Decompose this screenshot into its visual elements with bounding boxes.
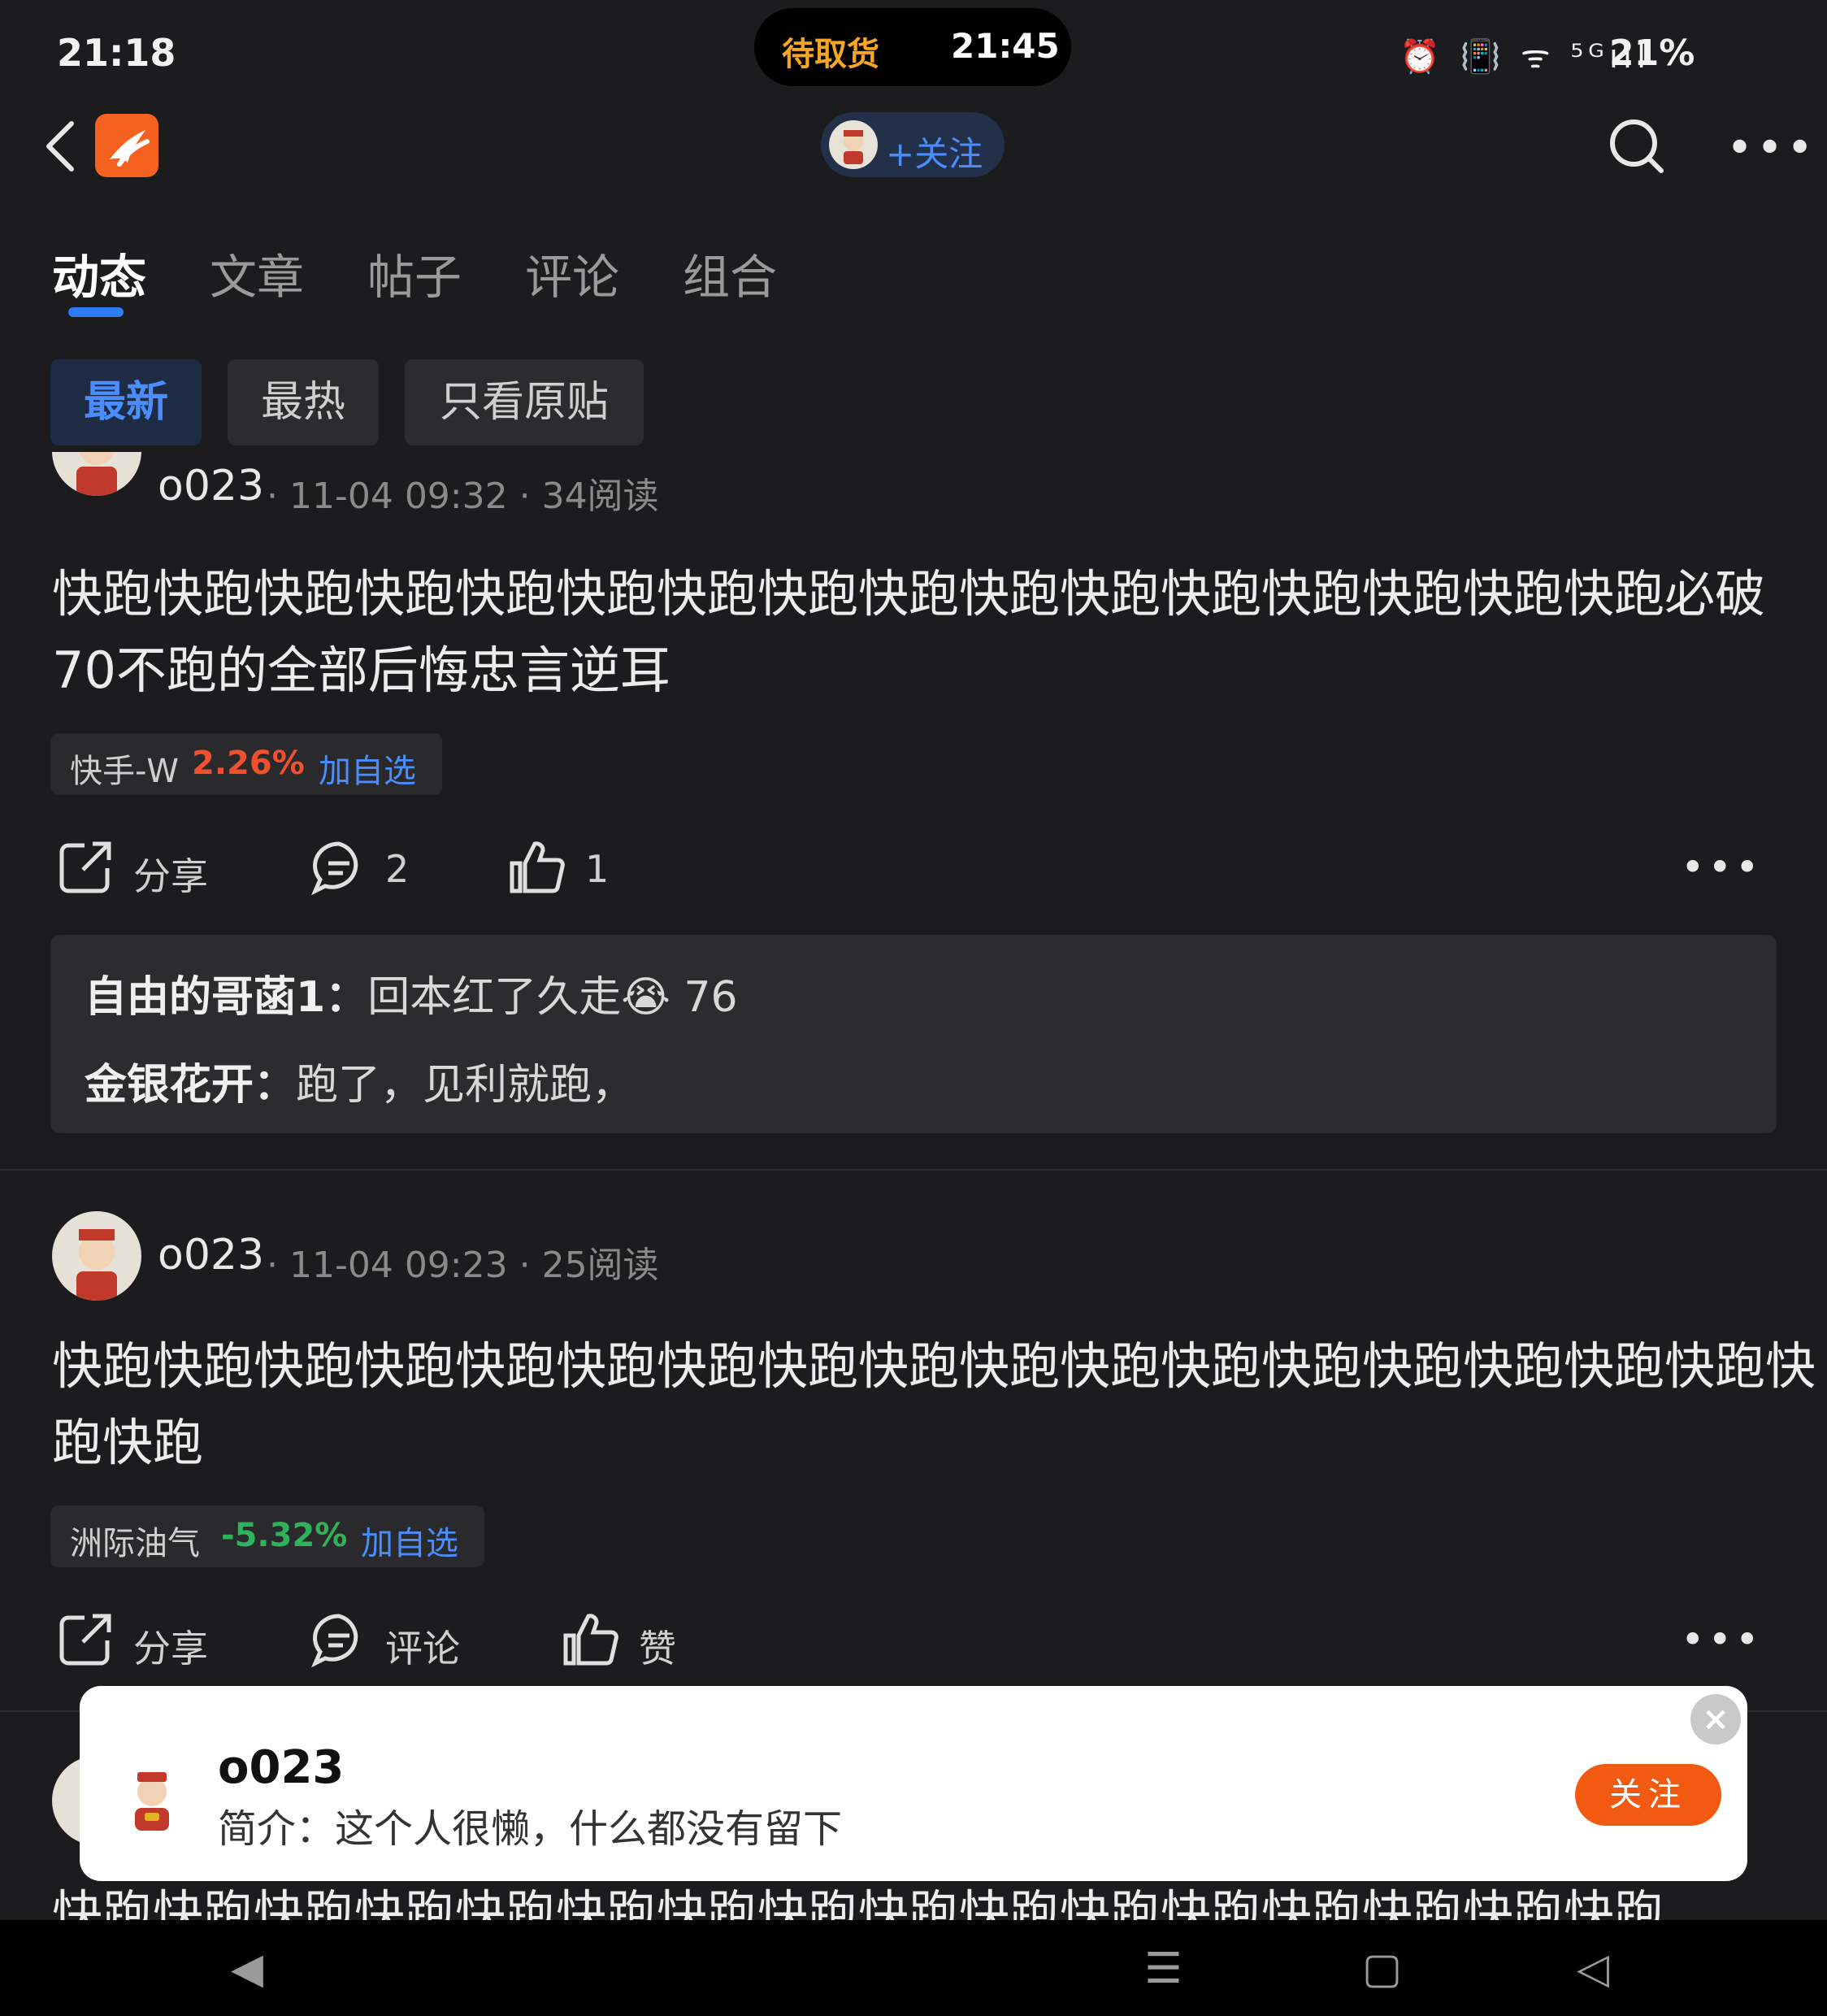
back-icon[interactable] (42, 120, 78, 172)
nav-home-icon[interactable]: ▢ (1362, 1944, 1402, 1993)
stock-change: 2.26% (192, 745, 305, 782)
stock-name: 洲际油气 (70, 1525, 200, 1562)
status-time: 21:18 (57, 31, 176, 75)
close-icon[interactable]: × (1690, 1694, 1741, 1744)
pill-delivery-text: 待取货 (782, 36, 879, 73)
add-watchlist-button[interactable]: 加自选 (319, 745, 416, 792)
app-logo-icon[interactable] (95, 114, 158, 177)
header-follow-label[interactable]: +关注 (886, 127, 983, 176)
like-icon[interactable] (562, 1611, 619, 1668)
filter-hottest[interactable]: 最热 (228, 359, 379, 445)
more-options-icon[interactable]: ••• (1726, 122, 1816, 175)
comment-2[interactable]: 金银花开：跑了，见利就跑， (85, 1050, 634, 1111)
comment-1[interactable]: 自由的哥菡1：回本红了久走😭 76 (85, 962, 738, 1023)
comment-author[interactable]: 自由的哥菡1： (85, 973, 367, 1022)
divider (0, 1169, 1827, 1171)
comment-text: 跑了，见利就跑， (296, 1061, 635, 1110)
tab-posts[interactable]: 帖子 (367, 239, 462, 307)
battery-level: 21% (1609, 33, 1695, 74)
post-avatar[interactable] (52, 452, 141, 496)
post-body[interactable]: 快跑快跑快跑快跑快跑快跑快跑快跑快跑快跑快跑快跑快跑快跑快跑快跑 (52, 1876, 1824, 1920)
like-count[interactable]: 1 (585, 847, 609, 891)
active-tab-indicator (68, 307, 124, 317)
popup-avatar[interactable] (115, 1761, 189, 1834)
post-meta: · 11-04 09:32 · 34阅读 (267, 476, 659, 517)
filter-original-only[interactable]: 只看原贴 (405, 359, 644, 445)
share-icon[interactable] (57, 1611, 114, 1668)
post-body[interactable]: 快跑快跑快跑快跑快跑快跑快跑快跑快跑快跑快跑快跑快跑快跑快跑快跑必破70不跑的全… (52, 556, 1824, 709)
tab-comments[interactable]: 评论 (525, 239, 619, 307)
popup-follow-button[interactable]: 关注 (1575, 1764, 1721, 1826)
comment-text: 回本红了久走😭 76 (367, 973, 738, 1022)
comment-icon[interactable] (310, 1611, 367, 1668)
post-more-icon[interactable]: ••• (1681, 1616, 1762, 1663)
tab-articles[interactable]: 文章 (210, 239, 304, 307)
add-watchlist-button[interactable]: 加自选 (361, 1517, 458, 1564)
navigation-bar (0, 1920, 1827, 2016)
post-more-icon[interactable]: ••• (1681, 844, 1762, 891)
header-avatar (829, 120, 878, 169)
comment-label[interactable]: 评论 (385, 1619, 460, 1673)
nav-left-icon[interactable]: ◀ (231, 1944, 263, 1993)
comment-author[interactable]: 金银花开： (85, 1061, 296, 1110)
search-icon[interactable] (1608, 117, 1664, 174)
tab-dynamic[interactable]: 动态 (52, 239, 146, 307)
stock-name: 快手-W (70, 753, 179, 790)
comment-count[interactable]: 2 (385, 847, 409, 891)
post-avatar[interactable] (52, 1211, 141, 1301)
like-label[interactable]: 赞 (639, 1619, 676, 1673)
stock-change: -5.32% (221, 1517, 348, 1554)
post-author[interactable]: o023 (158, 1231, 264, 1280)
popup-bio: 简介：这个人很懒，什么都没有留下 (218, 1806, 843, 1852)
popup-username[interactable]: o023 (218, 1741, 344, 1794)
post-author[interactable]: o023 (158, 462, 264, 511)
post-meta: · 11-04 09:23 · 25阅读 (267, 1245, 659, 1286)
comment-icon[interactable] (310, 839, 367, 896)
share-icon[interactable] (57, 839, 114, 896)
nav-menu-icon[interactable]: ☰ (1144, 1944, 1183, 1993)
share-label[interactable]: 分享 (133, 1619, 208, 1673)
filter-latest[interactable]: 最新 (50, 359, 202, 445)
share-label[interactable]: 分享 (133, 847, 208, 901)
post-body[interactable]: 快跑快跑快跑快跑快跑快跑快跑快跑快跑快跑快跑快跑快跑快跑快跑快跑快跑快跑快跑 (52, 1328, 1824, 1481)
nav-back-icon[interactable]: ◁ (1577, 1944, 1609, 1993)
like-icon[interactable] (509, 839, 566, 896)
tab-portfolio[interactable]: 组合 (683, 239, 777, 307)
pill-time-text: 21:45 (951, 26, 1060, 66)
